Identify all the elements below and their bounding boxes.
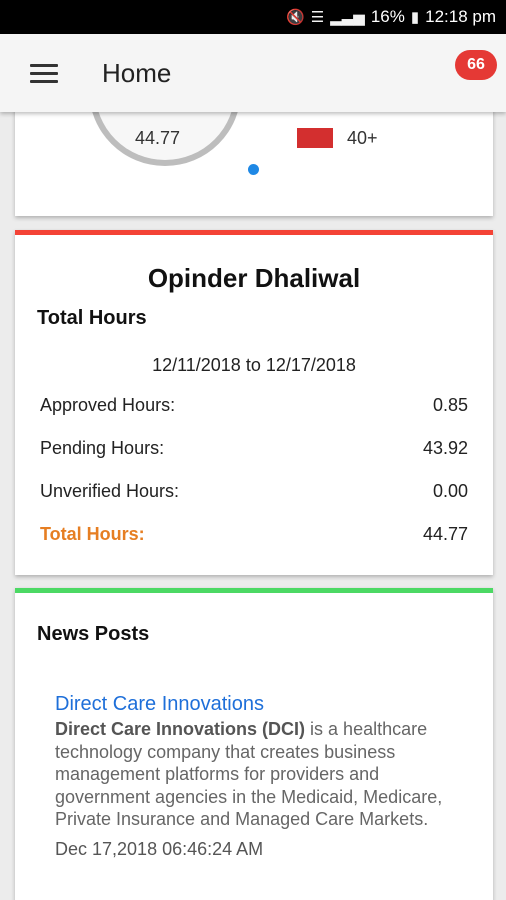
row-label: Unverified Hours: [40,481,180,501]
pending-hours-row: Pending Hours: 43.92 [40,438,468,459]
employee-name: Opinder Dhaliwal [147,263,361,293]
mute-icon: 🔇 [286,9,305,26]
gauge-card: 50 44.77 40+ [15,40,493,216]
news-headline-link[interactable]: Direct Care Innovations [55,693,455,716]
signal-icon: ▂▃▅ [330,9,365,26]
row-label: Pending Hours: [40,438,165,458]
news-post[interactable]: Direct Care Innovations Direct Care Inno… [55,693,455,860]
pager-dot[interactable] [248,164,259,175]
battery-icon: ▮ [410,9,420,26]
clock: 12:18 pm [425,7,496,26]
battery-percent: 16% [370,7,405,26]
total-hours-row: Total Hours: 44.77 [40,524,468,545]
page-title: Home [102,58,172,88]
unverified-hours-row: Unverified Hours: 0.00 [40,481,468,502]
news-body: Direct Care Innovations (DCI) is a healt… [55,718,455,831]
app-bar: Home [0,34,506,112]
date-range: 12/11/2018 to 12/17/2018 [152,355,356,375]
gauge-value: 44.77 [135,128,181,148]
news-body-bold: Direct Care Innovations (DCI) [55,719,306,739]
hamburger-menu-icon[interactable] [30,64,58,84]
row-value: 0.00 [432,481,468,501]
wifi-icon: ☰ [310,9,325,26]
row-label: Approved Hours: [40,395,176,415]
hours-card: Opinder Dhaliwal Total Hours 12/11/2018 … [15,230,493,575]
news-card: News Posts Direct Care Innovations Direc… [15,588,493,900]
status-bar: 🔇 ☰ ▂▃▅ 16% ▮ 12:18 pm [0,0,506,34]
row-value: 44.77 [422,524,468,544]
notification-count-badge[interactable]: 66 [455,50,497,80]
row-value: 43.92 [422,438,468,458]
legend-swatch [297,128,333,148]
total-hours-heading: Total Hours [37,307,147,329]
news-date: Dec 17,2018 06:46:24 AM [55,838,264,859]
approved-hours-row: Approved Hours: 0.85 [40,395,468,416]
legend-label: 40+ [347,128,378,148]
row-value: 0.85 [432,395,468,415]
row-label: Total Hours: [40,524,145,544]
news-heading: News Posts [37,623,150,645]
